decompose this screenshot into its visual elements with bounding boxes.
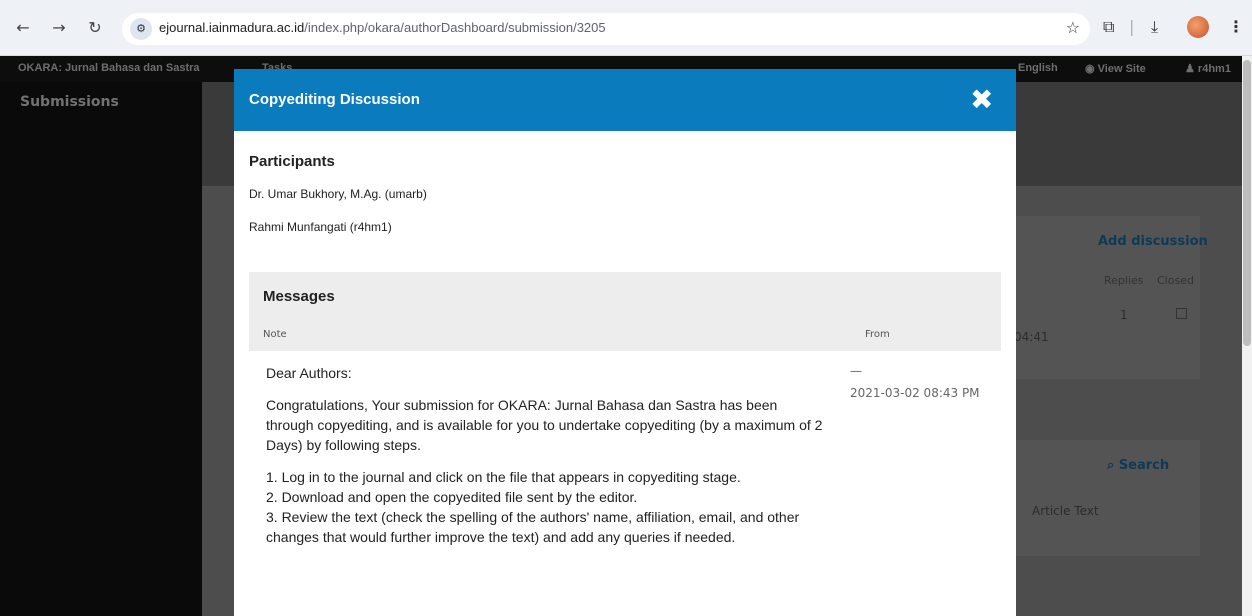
article-text-label: Article Text xyxy=(1032,504,1099,518)
message-step: 2. Download and open the copyedited file… xyxy=(266,489,638,505)
replies-header: Replies xyxy=(1104,274,1144,287)
discussion-time: 04:41 xyxy=(1014,330,1049,344)
sidebar: Submissions xyxy=(0,82,202,616)
message-intro: Congratulations, Your submission for OKA… xyxy=(266,397,823,453)
messages-grid: Messages Note From Dear Authors: Congrat… xyxy=(249,272,1001,616)
view-site-link[interactable]: ◉ View Site xyxy=(1085,62,1146,75)
note-column-header: Note xyxy=(263,329,287,340)
message-row[interactable]: Dear Authors: Congratulations, Your subm… xyxy=(249,351,1001,616)
modal-title: Copyediting Discussion xyxy=(249,91,420,108)
closed-checkbox[interactable] xyxy=(1176,308,1187,319)
site-info-icon[interactable]: ⚙ xyxy=(130,18,152,40)
files-panel: ⌕ Search Article Text xyxy=(994,440,1200,556)
sidebar-item-submissions[interactable]: Submissions xyxy=(20,94,119,110)
copyediting-discussion-modal: Copyediting Discussion ✖ Participants Dr… xyxy=(234,69,1016,616)
address-bar[interactable]: ⚙ ejournal.iainmadura.ac.id/index.php/ok… xyxy=(122,13,1090,45)
browser-toolbar: ← → ↻ ⚙ ejournal.iainmadura.ac.id/index.… xyxy=(0,0,1252,56)
language-link[interactable]: English xyxy=(1018,62,1058,74)
message-from-name: — xyxy=(850,364,862,378)
modal-header: Copyediting Discussion ✖ xyxy=(234,69,1016,131)
toolbar-divider: | xyxy=(1129,17,1135,36)
closed-header: Closed xyxy=(1157,274,1194,287)
bookmark-star-icon[interactable]: ☆ xyxy=(1066,18,1080,37)
participant-item: Dr. Umar Bukhory, M.Ag. (umarb) xyxy=(249,187,427,201)
back-icon[interactable]: ← xyxy=(12,17,34,39)
scrollbar-thumb[interactable] xyxy=(1243,60,1251,346)
replies-count: 1 xyxy=(1120,308,1128,322)
reload-icon[interactable]: ↻ xyxy=(84,17,106,39)
page-scrollbar[interactable] xyxy=(1242,56,1252,616)
message-step: 1. Log in to the journal and click on th… xyxy=(266,469,741,485)
profile-avatar[interactable] xyxy=(1187,16,1209,38)
close-icon[interactable]: ✖ xyxy=(970,85,993,115)
participant-item: Rahmi Munfangati (r4hm1) xyxy=(249,220,392,234)
message-step: 3. Review the text (check the spelling o… xyxy=(266,509,800,545)
message-greeting: Dear Authors: xyxy=(266,365,352,381)
url-text[interactable]: ejournal.iainmadura.ac.id/index.php/okar… xyxy=(159,20,606,35)
forward-icon[interactable]: → xyxy=(48,17,70,39)
user-menu[interactable]: ♟ r4hm1 xyxy=(1185,62,1231,75)
messages-heading: Messages xyxy=(263,288,335,305)
participants-heading: Participants xyxy=(249,153,335,170)
journal-name[interactable]: OKARA: Jurnal Bahasa dan Sastra xyxy=(18,62,200,74)
download-icon[interactable]: ⤓ xyxy=(1151,16,1158,38)
from-column-header: From xyxy=(865,329,890,340)
message-from: — 2021-03-02 08:43 PM xyxy=(850,361,980,403)
discussions-panel: Add discussion Replies Closed 1 04:41 xyxy=(994,216,1208,379)
message-date: 2021-03-02 08:43 PM xyxy=(850,386,980,400)
extensions-icon[interactable]: ⧉ xyxy=(1103,16,1114,38)
add-discussion-link[interactable]: Add discussion xyxy=(1098,234,1208,249)
menu-kebab-icon[interactable]: ⋮ xyxy=(1228,16,1244,38)
search-link[interactable]: ⌕ Search xyxy=(1107,458,1169,473)
message-note: Dear Authors: Congratulations, Your subm… xyxy=(266,363,826,547)
